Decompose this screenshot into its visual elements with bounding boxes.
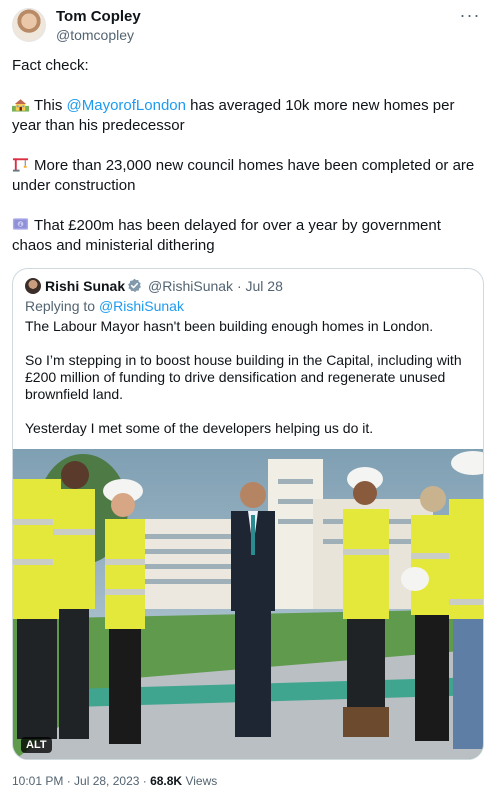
tweet-point-homes: This @MayorofLondon has averaged 10k mor… [12, 96, 484, 136]
quoted-media-photo[interactable]: ALT [13, 449, 483, 759]
quoted-tweet-text: The Labour Mayor hasn't been building en… [25, 318, 473, 454]
crane-icon [12, 158, 29, 172]
tweet-metadata: 10:01 PM · Jul 28, 2023 · 68.8K Views [12, 774, 217, 788]
tweet-point-funding: £ That £200m has been delayed for over a… [12, 216, 484, 256]
quoted-date[interactable]: Jul 28 [246, 278, 283, 294]
replying-to-label: Replying to [25, 298, 99, 314]
quoted-paragraph-1: The Labour Mayor hasn't been building en… [25, 318, 434, 334]
tweet-body: Fact check: This @MayorofLondon has aver… [12, 56, 484, 276]
tweet-point-council-text: More than 23,000 new council homes have … [12, 157, 475, 194]
tweet-timestamp[interactable]: 10:01 PM · Jul 28, 2023 · [12, 774, 150, 788]
svg-text:£: £ [19, 222, 22, 228]
quoted-separator: · [236, 278, 242, 294]
quoted-author-handle[interactable]: @RishiSunak [148, 278, 233, 294]
tweet-point-council: More than 23,000 new council homes have … [12, 156, 484, 196]
more-options-icon[interactable]: ··· [458, 6, 482, 28]
tweet-point-funding-text: That £200m has been delayed for over a y… [12, 217, 441, 254]
tweet-point-homes-prefix: This [34, 97, 67, 114]
quoted-paragraph-2: So I’m stepping in to boost house buildi… [25, 352, 462, 402]
author-handle[interactable]: @tomcopley [56, 27, 134, 43]
verified-badge-icon [128, 278, 142, 293]
money-icon: £ [12, 218, 29, 230]
tweet-header: Tom Copley @tomcopley ··· [12, 6, 484, 48]
views-label: Views [182, 774, 218, 788]
quoted-tweet-card[interactable]: Rishi Sunak @RishiSunak · Jul 28 Replyin… [12, 268, 484, 760]
mention-mayor-link[interactable]: @MayorofLondon [67, 97, 186, 114]
quoted-tweet-header: Rishi Sunak @RishiSunak · Jul 28 [25, 278, 283, 298]
quoted-paragraph-3: Yesterday I met some of the developers h… [25, 420, 374, 436]
quoted-avatar[interactable] [25, 278, 41, 294]
replying-to-line: Replying to @RishiSunak [25, 298, 184, 314]
avatar[interactable] [12, 8, 46, 42]
quoted-author-name[interactable]: Rishi Sunak [45, 278, 125, 294]
replying-to-mention[interactable]: @RishiSunak [99, 298, 184, 314]
author-name[interactable]: Tom Copley [56, 8, 141, 25]
tweet-intro: Fact check: [12, 57, 89, 74]
alt-text-badge[interactable]: ALT [21, 737, 52, 753]
site-visit-photo [13, 449, 483, 759]
house-icon [12, 99, 29, 112]
views-count: 68.8K [150, 774, 183, 788]
